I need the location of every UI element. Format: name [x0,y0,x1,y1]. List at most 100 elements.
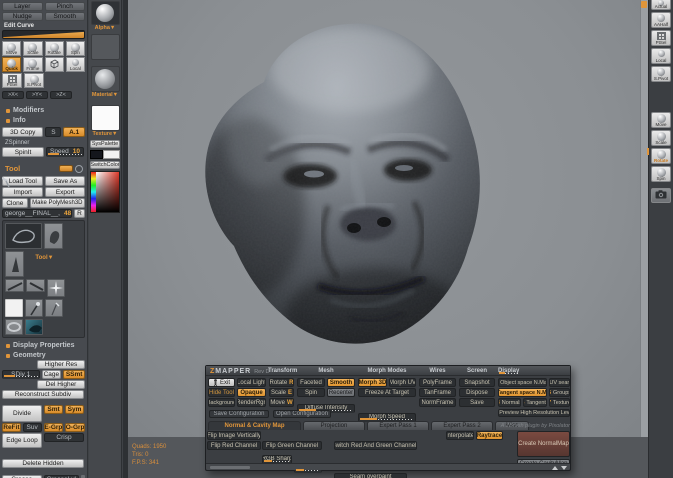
tool-thumbnail[interactable] [25,299,43,317]
tool-header[interactable]: Tool [2,164,85,173]
smt-button[interactable]: Smt [44,405,63,414]
delete-hidden-button[interactable]: Delete Hidden [2,459,84,468]
normframe-button[interactable]: NormFrame [419,398,456,407]
persp-cube-button[interactable] [45,57,64,72]
tool-thumbnail-selected[interactable] [5,299,23,317]
syspalette-button[interactable]: SysPalette [90,140,120,148]
nudge-button[interactable]: Nudge [2,12,43,21]
scale-tool-button[interactable]: Scale [23,41,42,56]
edit-curve-widget[interactable] [2,30,85,39]
create-normalmap-button[interactable]: Create NormalMap [517,431,570,457]
tool-popup-label[interactable]: Tool▼ [26,251,63,264]
info-header[interactable]: Info [6,117,83,124]
shelf-aahalf-button[interactable]: AAHalf [651,12,671,28]
tool-thumbnail[interactable] [26,279,45,292]
texture-thumbnail[interactable] [91,105,120,131]
refit-button[interactable]: ReFit [2,423,21,432]
exit-button[interactable]: Exit [208,378,235,387]
smooth-button[interactable]: Smooth [327,378,355,387]
display-groups[interactable]: 6Groups [549,388,570,397]
display-tangent-space-nmap[interactable]: 2Tangent space N.Map [498,388,547,397]
reload-icon[interactable] [75,165,83,173]
egrp-button[interactable]: E-Grp [44,423,64,432]
cage-button[interactable]: Cage [42,370,62,379]
scroll-up-icon[interactable] [552,466,558,470]
morph-3d-button[interactable]: Morph 3D [358,378,387,387]
shelf-local-button[interactable]: Local [651,48,671,64]
smooth-button[interactable]: Smooth [45,12,86,21]
flip-red-button[interactable]: Flip Red Channel [207,441,261,450]
tool-thumbnail[interactable] [5,319,23,335]
tool-r-button[interactable]: R [74,209,85,218]
raytrace-button[interactable]: Raytrace [476,431,503,440]
hide-tool-button[interactable]: Hide Tool [208,388,235,397]
opaque-button[interactable]: Opaque [237,388,266,397]
alpha-thumbnail[interactable] [91,1,120,25]
switch-red-green-button[interactable]: Switch Red And Green Channels [334,441,417,450]
freeze-at-target-button[interactable]: Freeze At Target [358,388,416,397]
tab-projection[interactable]: Projection [303,421,365,430]
tool-thumbnail[interactable] [25,319,43,335]
a1-button[interactable]: A.1 [63,127,85,137]
secondary-color-swatch[interactable] [103,150,120,159]
layer-button[interactable]: Layer [2,2,43,11]
interpolate-button[interactable]: Interpolate [446,431,474,440]
shelf-move-button[interactable]: Move [651,112,671,128]
material-thumbnail[interactable] [91,66,120,92]
saturation-square[interactable] [96,172,119,212]
axis-z-button[interactable]: >Z< [50,91,72,99]
reconstruct-subdiv-button[interactable]: Reconstruct Subdiv [2,390,84,399]
zm-rotate-button[interactable]: RotateR [269,378,294,387]
edge-loop-button[interactable]: Edge Loop [2,433,42,448]
spin-tool-button[interactable]: Spin [66,41,85,56]
shelf-spivot-button[interactable]: S.Pivot [651,66,671,82]
3d-copy-button[interactable]: 3D Copy [2,127,43,137]
zmapper-scroll-thumb[interactable] [210,466,250,469]
rotate-tool-button[interactable]: Rotate [45,41,64,56]
suv-button[interactable]: Suv [23,423,42,432]
tool-popup-icon[interactable] [59,165,73,172]
display-uv-seams[interactable]: 5UV seams [549,378,570,387]
sculpt-head[interactable] [200,18,500,348]
scroll-down-icon[interactable] [561,466,567,470]
seam-overpaint-slider[interactable]: Seam overpaint [334,473,407,478]
zmapper-scrollbar[interactable] [206,463,570,470]
divide-button[interactable]: Divide [2,405,42,422]
tool-thumbnail[interactable] [5,279,24,292]
tool-thumbnail[interactable] [47,279,65,297]
zm-move-button[interactable]: MoveW [269,398,294,407]
color-swatch[interactable] [90,150,120,159]
modifiers-header[interactable]: Modifiers [6,107,83,114]
open-config-button[interactable]: Open Configuration [273,410,331,418]
ssmt-button[interactable]: SSmt [63,370,85,379]
tab-normal-cavity-map[interactable]: Normal & Cavity Map [208,421,301,430]
higher-res-button[interactable]: Higher Res [37,360,85,369]
switchcolor-button[interactable]: SwitchColor [90,161,120,169]
renderrgn-button[interactable]: RenderRgn [237,398,266,407]
save-button[interactable]: Save [459,398,495,407]
canvas-scroll-thumb[interactable] [641,1,647,8]
local-button[interactable]: Local [66,57,85,72]
snapshot-button[interactable]: Snapshot [459,378,495,387]
quick-button[interactable]: Quick [2,57,21,72]
shelf-spin-button[interactable]: Spin [651,166,671,182]
shelf-ptsel-button[interactable]: PtSel [651,30,671,46]
tool-thumbnail[interactable] [45,299,63,317]
texture-label[interactable]: Texture▼ [93,131,118,138]
sdiv-slider[interactable]: SDiv 1 [2,370,40,379]
tool-thumbnail[interactable] [5,251,24,277]
display-tangents[interactable]: 4Tangents [523,398,547,407]
polyframe-button[interactable]: PolyFrame [419,378,456,387]
zm-scale-button[interactable]: ScaleE [269,388,294,397]
crisp-button[interactable]: Crisp [44,433,84,442]
axis-x-button[interactable]: >X< [2,91,24,99]
tanframe-button[interactable]: TanFrame [419,388,456,397]
spivot-button[interactable]: S.Pivot [24,73,44,88]
geometry-header[interactable]: Geometry [6,352,83,359]
empty-slot[interactable] [91,34,120,60]
color-picker[interactable] [90,171,120,213]
spinit-button[interactable]: SpinIt [2,147,44,157]
dispose-button[interactable]: Dispose [459,388,495,397]
frame-button[interactable]: Frame [23,57,42,72]
canvas-scrollbar[interactable] [640,0,648,437]
